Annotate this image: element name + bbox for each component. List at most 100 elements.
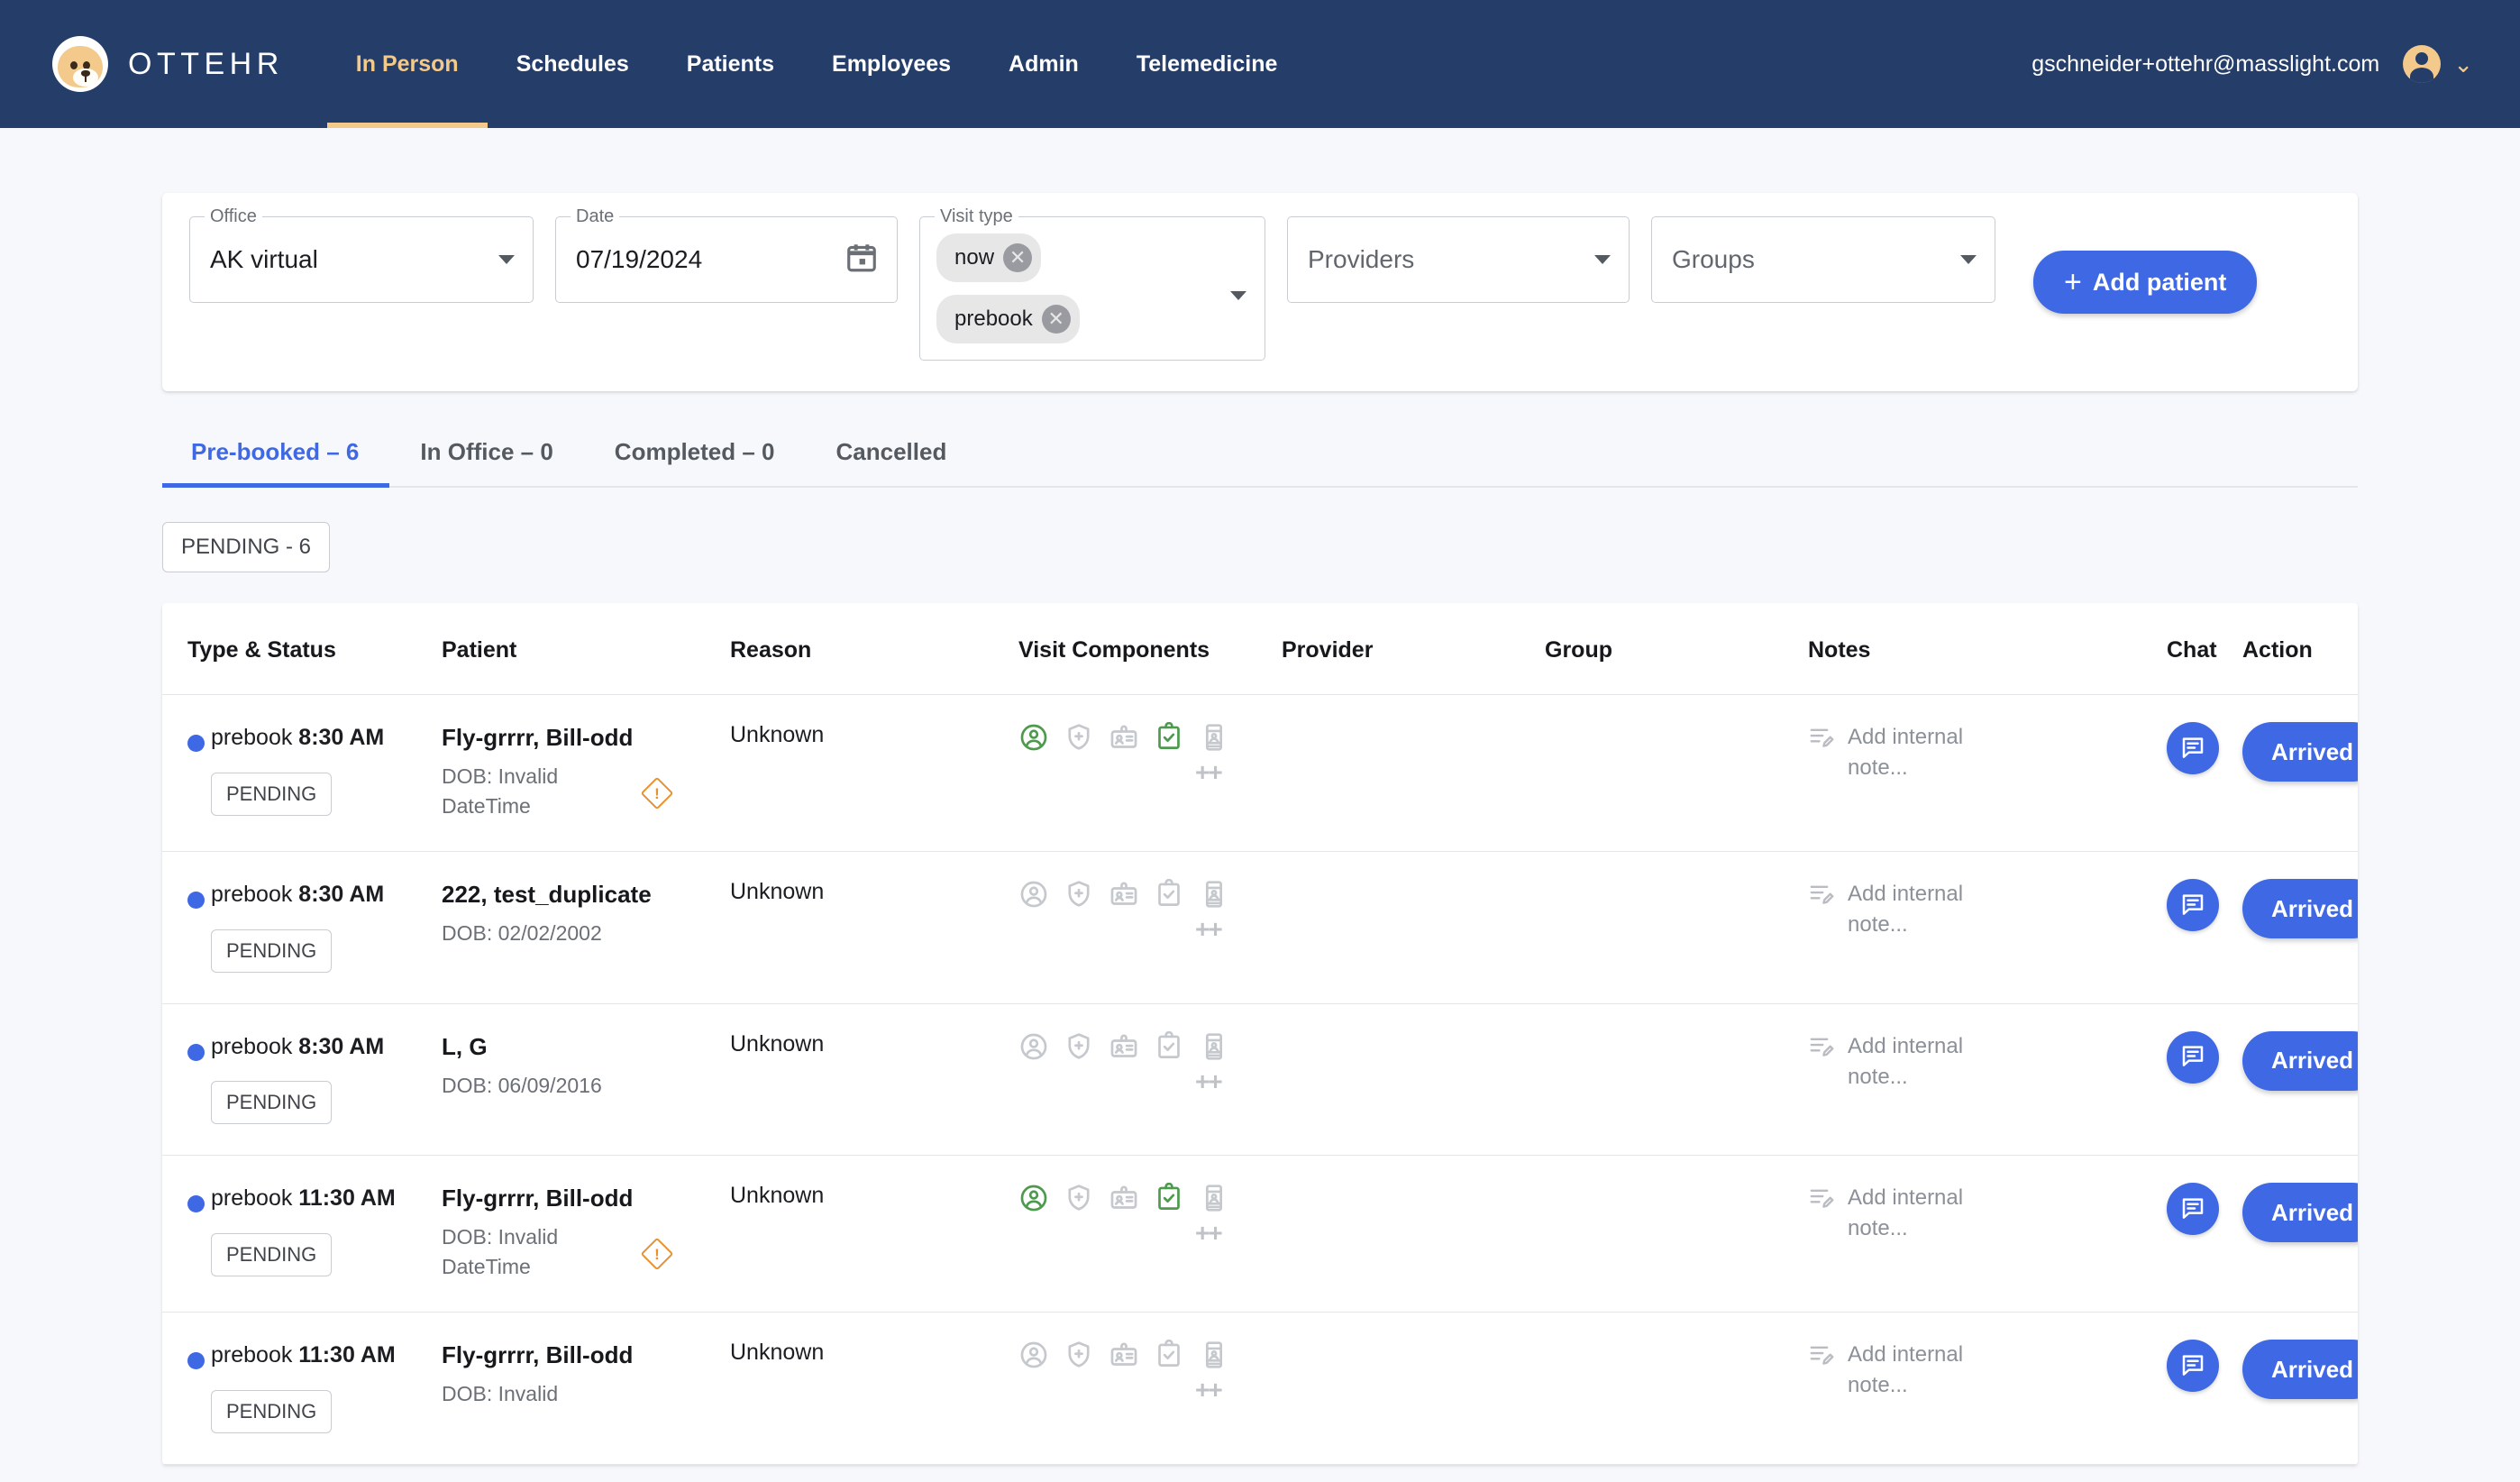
cell-reason: Unknown [730, 1155, 1018, 1313]
account-circle-icon[interactable] [1018, 1031, 1049, 1062]
cell-patient[interactable]: Fly-grrrr, Bill-odd DOB: Invalid [442, 1312, 730, 1465]
nav-item-in-person[interactable]: In Person [326, 0, 488, 128]
calendar-icon[interactable] [845, 241, 879, 279]
cell-notes[interactable]: Add internal note... [1808, 851, 2167, 1004]
brand-logo[interactable]: OTTEHR [52, 36, 284, 92]
arrived-button[interactable]: Arrived [2242, 722, 2358, 782]
note-placeholder[interactable]: Add internal note... [1848, 1183, 2028, 1244]
patient-name[interactable]: Fly-grrrr, Bill-odd [442, 1183, 730, 1215]
status-dot [187, 735, 205, 752]
chat-button[interactable] [2167, 879, 2219, 932]
id-badge-icon[interactable] [1109, 722, 1139, 753]
nav-item-admin[interactable]: Admin [980, 0, 1108, 128]
mobile-photo-icon[interactable] [1199, 1183, 1229, 1213]
date-input[interactable]: Date 07/19/2024 [555, 206, 898, 303]
account-circle-icon[interactable] [1018, 1340, 1049, 1370]
clipboard-check-icon[interactable] [1154, 1030, 1184, 1062]
cell-patient[interactable]: Fly-grrrr, Bill-odd DOB: Invalid DateTim… [442, 694, 730, 853]
table-row[interactable]: prebook 8:30 AM PENDING 222, test_duplic… [162, 851, 2358, 1004]
id-badge-icon[interactable] [1109, 879, 1139, 910]
clipboard-check-icon[interactable] [1154, 1183, 1184, 1213]
arrived-button[interactable]: Arrived [2242, 879, 2358, 939]
visit-type-select[interactable]: Visit type now ✕ prebook ✕ [919, 206, 1265, 361]
status-chip-row: PENDING - 6 [162, 522, 2358, 572]
note-placeholder[interactable]: Add internal note... [1848, 879, 2028, 940]
id-badge-icon[interactable] [1109, 1031, 1139, 1062]
mobile-photo-icon[interactable] [1199, 722, 1229, 753]
filter-bar: Office AK virtual Date 07/19/2024 Visit … [162, 193, 2358, 391]
appointment-type-time: prebook 8:30 AM [211, 725, 385, 750]
table-row[interactable]: prebook 8:30 AM PENDING L, G DOB: 06/09/… [162, 1003, 2358, 1157]
pending-count-chip[interactable]: PENDING - 6 [162, 522, 331, 572]
cell-patient[interactable]: L, G DOB: 06/09/2016 [442, 1003, 730, 1157]
mobile-photo-icon[interactable] [1199, 1031, 1229, 1062]
cell-patient[interactable]: 222, test_duplicate DOB: 02/02/2002 [442, 851, 730, 1004]
note-placeholder[interactable]: Add internal note... [1848, 722, 2028, 783]
account-circle-icon[interactable] [1018, 722, 1049, 753]
chat-button[interactable] [2167, 1030, 2219, 1084]
patient-name[interactable]: Fly-grrrr, Bill-odd [442, 1340, 730, 1372]
close-circle-icon[interactable]: ✕ [1003, 243, 1033, 272]
shield-plus-icon[interactable] [1064, 1031, 1094, 1062]
arrived-button[interactable]: Arrived [2242, 1030, 2358, 1091]
components-overflow-label[interactable]: ++ [1195, 758, 1223, 787]
note-placeholder[interactable]: Add internal note... [1848, 1340, 2028, 1401]
nav-item-schedules[interactable]: Schedules [488, 0, 658, 128]
note-placeholder[interactable]: Add internal note... [1848, 1031, 2028, 1093]
user-menu-button[interactable]: ⌄ [2403, 45, 2473, 83]
visit-type-chip-now[interactable]: now ✕ [936, 233, 1042, 282]
groups-select[interactable]: Groups [1651, 216, 1995, 303]
add-patient-button[interactable]: + Add patient [2033, 251, 2258, 314]
components-overflow-label[interactable]: ++ [1195, 1219, 1223, 1248]
visit-type-chip-prebook[interactable]: prebook ✕ [936, 295, 1080, 343]
arrived-button[interactable]: Arrived [2242, 1340, 2358, 1400]
tab-pre-booked[interactable]: Pre-booked – 6 [162, 438, 390, 488]
appointment-type-time: prebook 11:30 AM [211, 1185, 396, 1212]
components-overflow-label[interactable]: ++ [1195, 915, 1223, 944]
office-select[interactable]: Office AK virtual [189, 206, 534, 303]
clipboard-check-icon[interactable] [1154, 1340, 1184, 1370]
chat-button[interactable] [2167, 722, 2219, 774]
shield-plus-icon[interactable] [1064, 1183, 1094, 1213]
table-row[interactable]: prebook 8:30 AM PENDING Fly-grrrr, Bill-… [162, 694, 2358, 853]
account-circle-icon[interactable] [1018, 1183, 1049, 1213]
nav-item-employees[interactable]: Employees [803, 0, 980, 128]
tab-cancelled[interactable]: Cancelled [806, 438, 978, 486]
cell-notes[interactable]: Add internal note... [1808, 1003, 2167, 1157]
mobile-photo-icon[interactable] [1199, 1340, 1229, 1370]
cell-patient[interactable]: Fly-grrrr, Bill-odd DOB: Invalid DateTim… [442, 1155, 730, 1313]
patient-name[interactable]: 222, test_duplicate [442, 879, 730, 911]
patient-name[interactable]: Fly-grrrr, Bill-odd [442, 722, 730, 755]
arrived-button[interactable]: Arrived [2242, 1183, 2358, 1243]
close-circle-icon[interactable]: ✕ [1041, 305, 1071, 334]
providers-placeholder: Providers [1308, 245, 1415, 273]
id-badge-icon[interactable] [1109, 1340, 1139, 1370]
chat-button[interactable] [2167, 1183, 2219, 1236]
shield-plus-icon[interactable] [1064, 1340, 1094, 1370]
providers-select[interactable]: Providers [1287, 216, 1630, 303]
patient-name[interactable]: L, G [442, 1031, 730, 1064]
id-badge-icon[interactable] [1109, 1183, 1139, 1213]
otter-logo-icon [52, 36, 108, 92]
column-visit-components: Visit Components [1018, 603, 1282, 695]
components-overflow-label[interactable]: ++ [1195, 1067, 1223, 1096]
cell-notes[interactable]: Add internal note... [1808, 1155, 2167, 1313]
tab-in-office[interactable]: In Office – 0 [389, 438, 583, 486]
mobile-photo-icon[interactable] [1199, 879, 1229, 910]
shield-plus-icon[interactable] [1064, 879, 1094, 910]
cell-notes[interactable]: Add internal note... [1808, 694, 2167, 853]
components-overflow-label[interactable]: ++ [1195, 1376, 1223, 1404]
nav-item-telemedicine[interactable]: Telemedicine [1108, 0, 1307, 128]
nav-item-patients[interactable]: Patients [658, 0, 803, 128]
cell-notes[interactable]: Add internal note... [1808, 1312, 2167, 1465]
tab-completed[interactable]: Completed – 0 [584, 438, 806, 486]
shield-plus-icon[interactable] [1064, 722, 1094, 753]
cell-action: Arrived [2242, 1003, 2358, 1157]
clipboard-check-icon[interactable] [1154, 879, 1184, 910]
chat-button[interactable] [2167, 1340, 2219, 1393]
table-row[interactable]: prebook 11:30 AM PENDING Fly-grrrr, Bill… [162, 1312, 2358, 1465]
clipboard-check-icon[interactable] [1154, 722, 1184, 753]
account-circle-icon[interactable] [1018, 879, 1049, 910]
office-value: AK virtual [210, 245, 318, 273]
table-row[interactable]: prebook 11:30 AM PENDING Fly-grrrr, Bill… [162, 1155, 2358, 1313]
